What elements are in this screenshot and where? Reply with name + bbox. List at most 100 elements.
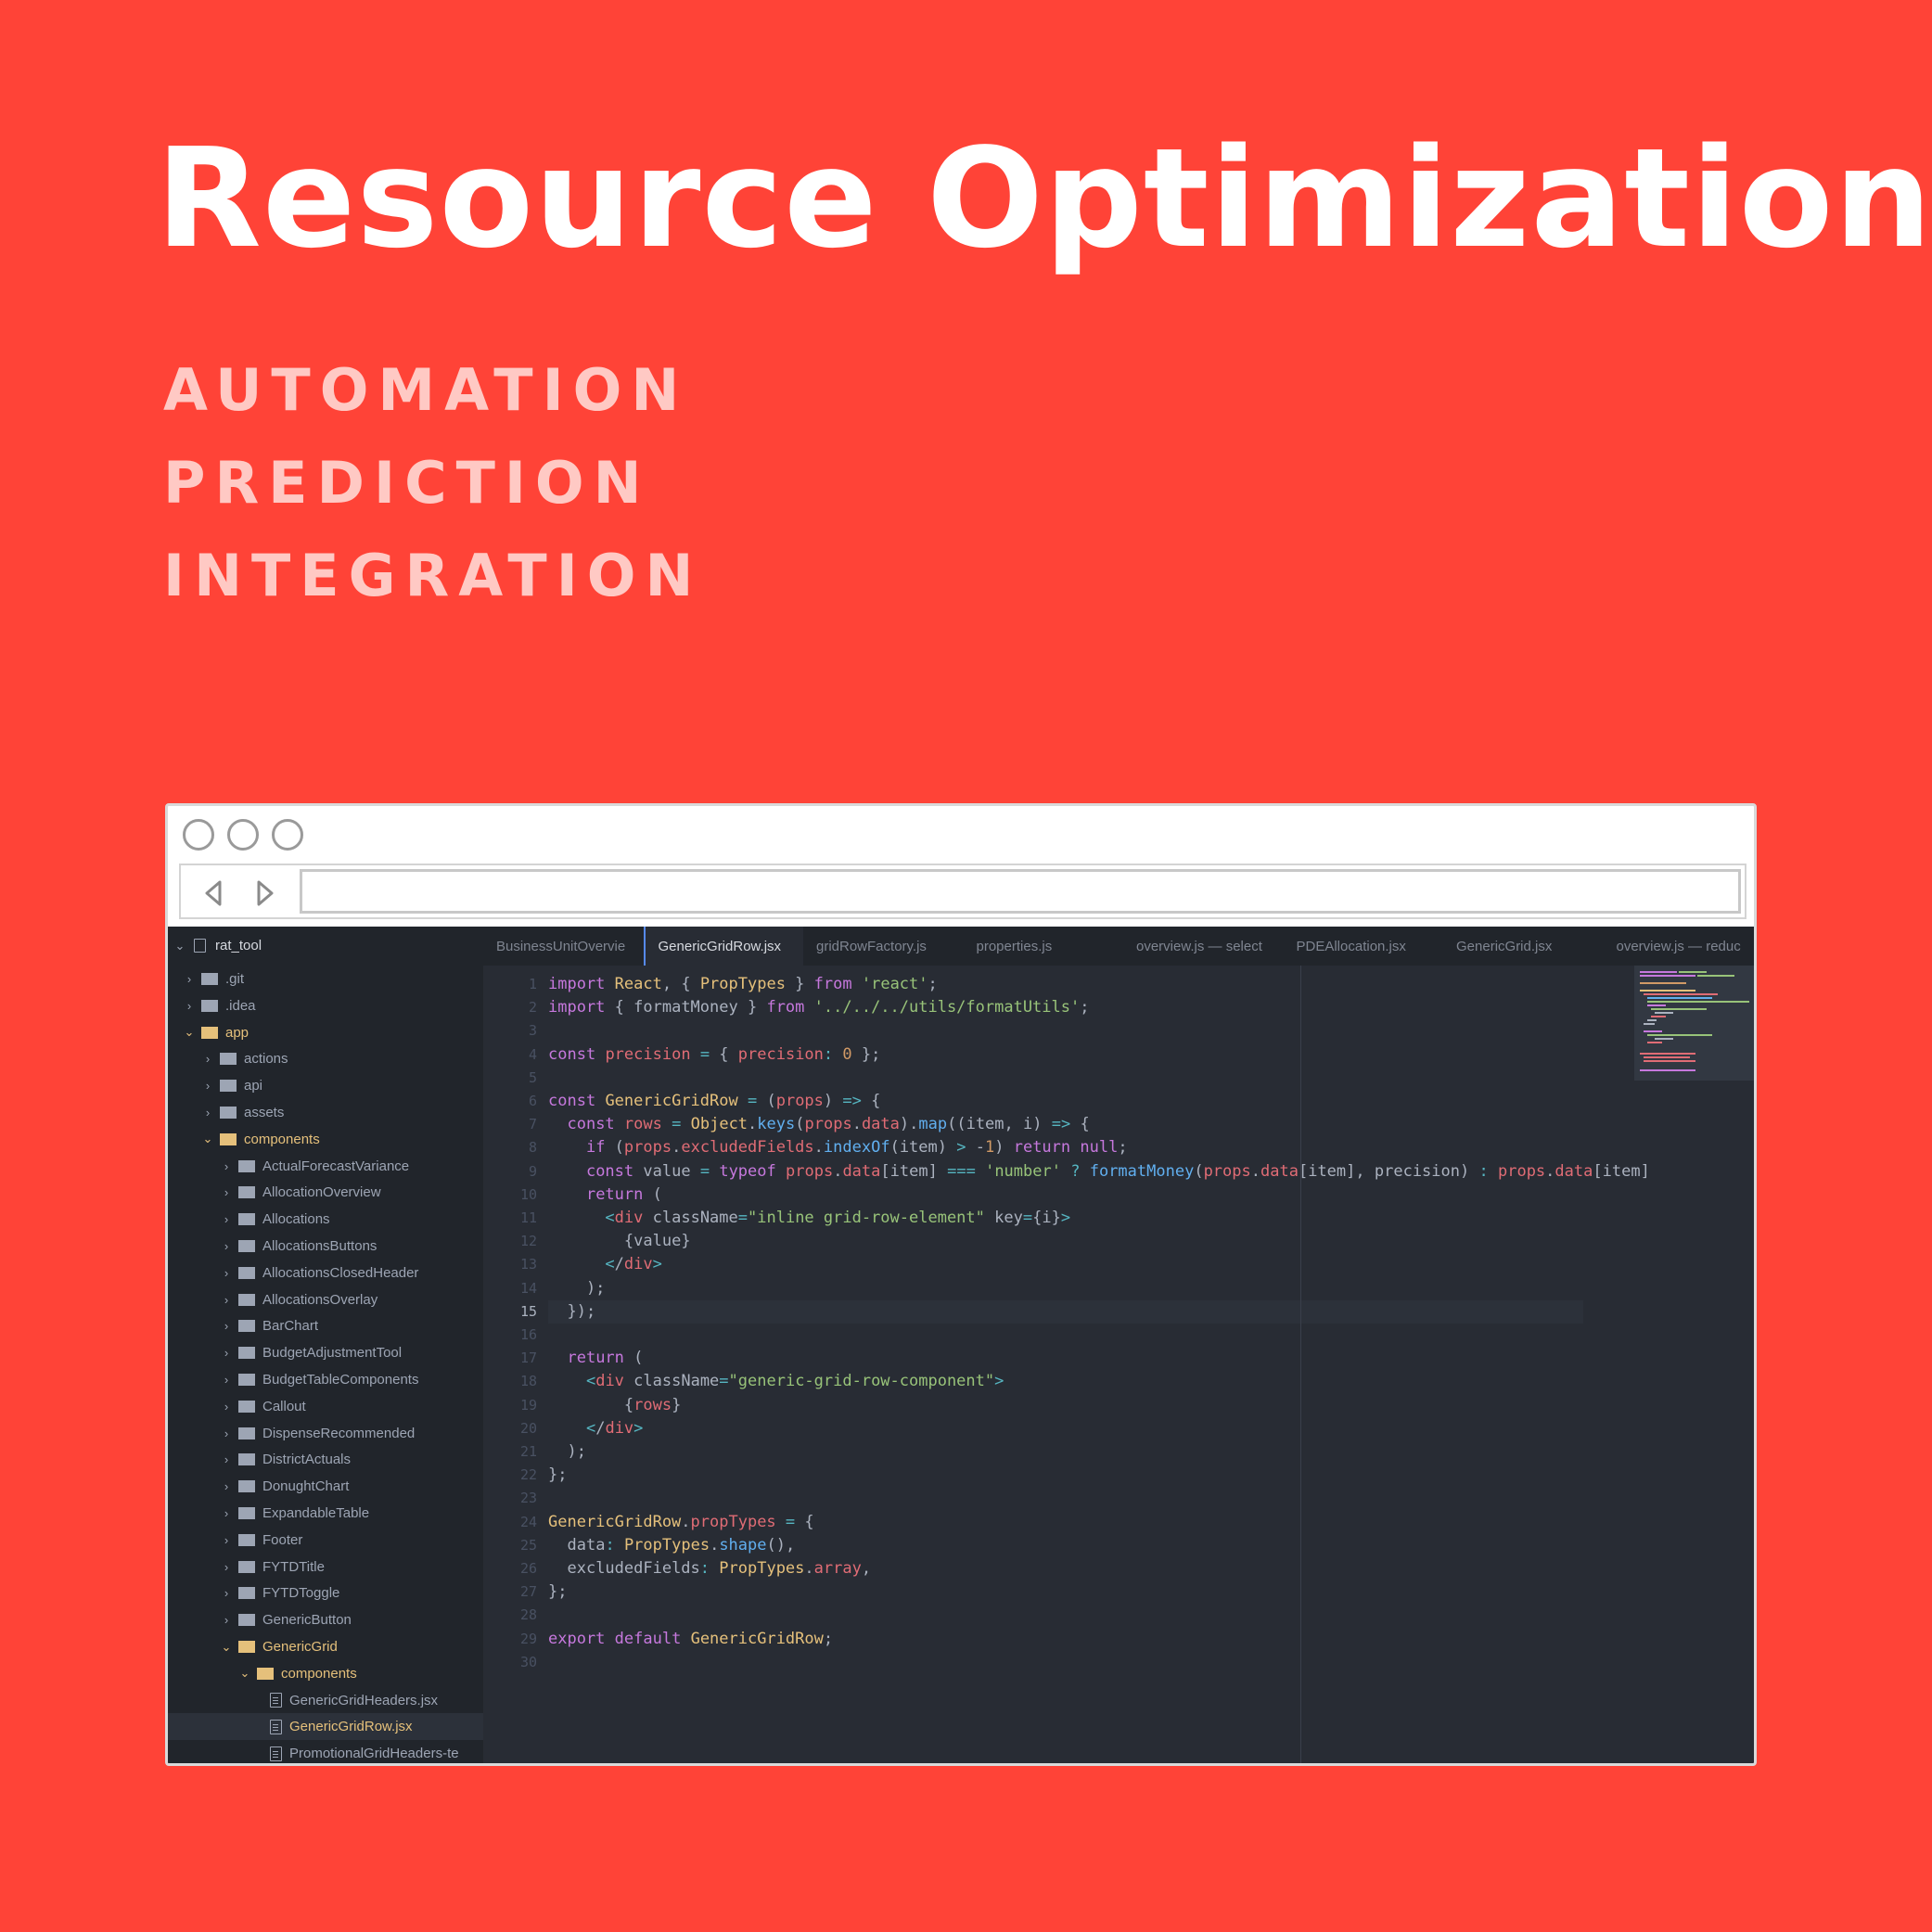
forward-icon [257,880,274,906]
code-line[interactable]: }); [548,1300,595,1324]
folder-icon [201,973,218,985]
tree-item-label: DistrictActuals [262,1452,352,1468]
code-line[interactable]: const GenericGridRow = (props) => { [548,1090,880,1113]
folder-icon [238,1507,255,1519]
tab[interactable]: overview.js — reduc [1604,927,1755,966]
code-editor: ⌄ rat_tool › .git › .idea ⌄ app › actions › api › a… [168,927,1755,1763]
subtitle-automation: AUTOMATION [163,356,689,424]
code-line[interactable]: <div className="generic-grid-row-compone… [548,1370,1004,1393]
chevron-right-icon: › [224,1586,229,1601]
line-number: 22 [519,1466,537,1484]
code-line[interactable]: const precision = { precision: 0 }; [548,1043,880,1067]
code-line[interactable]: export default GenericGridRow; [548,1628,833,1651]
maximize-window-button[interactable] [272,819,303,851]
line-number: 14 [519,1279,537,1297]
tree-folder[interactable]: › api [168,1072,483,1099]
close-window-button[interactable] [183,819,214,851]
code-line[interactable]: data: PropTypes.shape(), [548,1534,795,1557]
tree-file[interactable]: GenericGridRow.jsx [168,1713,483,1741]
tree-item-label: AllocationOverview [262,1184,381,1201]
code-line[interactable]: GenericGridRow.propTypes = { [548,1511,814,1534]
forward-button[interactable] [249,878,279,908]
folder-icon [238,1374,255,1386]
code-line[interactable]: ); [548,1440,585,1464]
tree-folder[interactable]: › .git [168,966,483,992]
folder-icon [238,1186,255,1199]
chevron-right-icon: › [224,1185,229,1200]
tree-folder[interactable]: ⌄ components [168,1126,483,1153]
line-number: 25 [519,1536,537,1554]
tree-folder[interactable]: › AllocationsClosedHeader [168,1260,483,1286]
tree-folder[interactable]: › AllocationsOverlay [168,1286,483,1313]
tree-file[interactable]: GenericGridHeaders.jsx [168,1687,483,1714]
back-button[interactable] [199,878,229,908]
chevron-right-icon: › [224,1452,229,1467]
tree-folder[interactable]: ⌄ GenericGrid [168,1633,483,1660]
project-root[interactable]: ⌄ rat_tool [168,932,483,959]
tree-folder[interactable]: › actions [168,1045,483,1072]
tree-folder[interactable]: › AllocationOverview [168,1179,483,1206]
tab[interactable]: PDEAllocation.jsx [1284,927,1444,966]
tree-folder[interactable]: › assets [168,1099,483,1126]
tree-folder[interactable]: › Callout [168,1393,483,1420]
code-line[interactable]: <div className="inline grid-row-element"… [548,1207,1070,1230]
code-line[interactable]: const rows = Object.keys(props.data).map… [548,1113,1089,1136]
tree-folder[interactable]: › FYTDTitle [168,1554,483,1580]
tab-active[interactable]: GenericGridRow.jsx [643,927,803,966]
tree-folder[interactable]: › DistrictActuals [168,1446,483,1473]
tree-folder[interactable]: › DonughtChart [168,1473,483,1500]
line-number: 17 [519,1350,537,1367]
tab[interactable]: GenericGrid.jsx [1443,927,1604,966]
code-line[interactable]: return ( [548,1347,643,1370]
tree-folder[interactable]: › ActualForecastVariance [168,1153,483,1180]
code-line[interactable]: </div> [548,1417,643,1440]
tree-file[interactable]: PromotionalGridHeaders-te [168,1740,483,1763]
tree-item-label: AllocationsOverlay [262,1291,378,1308]
tree-folder[interactable]: › BudgetAdjustmentTool [168,1339,483,1366]
code-line[interactable]: return ( [548,1184,662,1207]
tree-folder[interactable]: › GenericButton [168,1606,483,1633]
code-line[interactable]: </div> [548,1253,661,1276]
code-line[interactable]: ); [548,1277,605,1300]
chevron-down-icon: ⌄ [239,1666,250,1681]
tree-folder[interactable]: › .idea [168,992,483,1019]
tab[interactable]: BusinessUnitOvervie [483,927,644,966]
address-bar[interactable] [300,869,1741,914]
tab[interactable]: properties.js [964,927,1124,966]
code-line[interactable]: {value} [548,1230,691,1253]
tab[interactable]: overview.js — select [1123,927,1284,966]
chevron-right-icon: › [224,1506,229,1520]
tree-folder[interactable]: › DispenseRecommended [168,1420,483,1447]
tree-folder[interactable]: › Footer [168,1527,483,1554]
tree-folder[interactable]: ⌄ components [168,1660,483,1687]
code-line[interactable]: import { formatMoney } from '../../../ut… [548,996,1089,1019]
minimize-window-button[interactable] [227,819,259,851]
tree-folder[interactable]: › ExpandableTable [168,1500,483,1527]
tree-folder[interactable]: › BudgetTableComponents [168,1366,483,1393]
line-number: 15 [519,1302,537,1320]
line-number: 9 [528,1162,537,1180]
code-line[interactable]: }; [548,1464,567,1487]
code-line[interactable]: if (props.excludedFields.indexOf(item) >… [548,1136,1128,1159]
tree-folder[interactable]: › AllocationsButtons [168,1233,483,1260]
tree-folder[interactable]: › FYTDToggle [168,1580,483,1606]
tab[interactable]: gridRowFactory.js [803,927,964,966]
minimap[interactable] [1634,966,1754,1081]
chevron-right-icon: › [186,998,192,1013]
line-number: 19 [519,1396,537,1414]
chevron-right-icon: › [186,972,192,986]
code-line[interactable]: }; [548,1580,567,1604]
tree-folder[interactable]: › BarChart [168,1312,483,1339]
line-number: 27 [519,1583,537,1601]
code-line[interactable]: {rows} [548,1394,681,1417]
code-area[interactable]: import React, { PropTypes } from 'react'… [548,966,1754,1763]
tree-item-label: GenericGridRow.jsx [289,1719,413,1735]
code-line[interactable]: import React, { PropTypes } from 'react'… [548,973,938,996]
code-line[interactable]: excludedFields: PropTypes.array, [548,1557,871,1580]
folder-icon [238,1587,255,1600]
code-line[interactable]: const value = typeof props.data[item] ==… [548,1160,1650,1184]
chevron-right-icon: › [224,1239,229,1253]
tree-folder[interactable]: ⌄ app [168,1019,483,1046]
tree-folder[interactable]: › Allocations [168,1206,483,1233]
folder-icon [238,1347,255,1360]
